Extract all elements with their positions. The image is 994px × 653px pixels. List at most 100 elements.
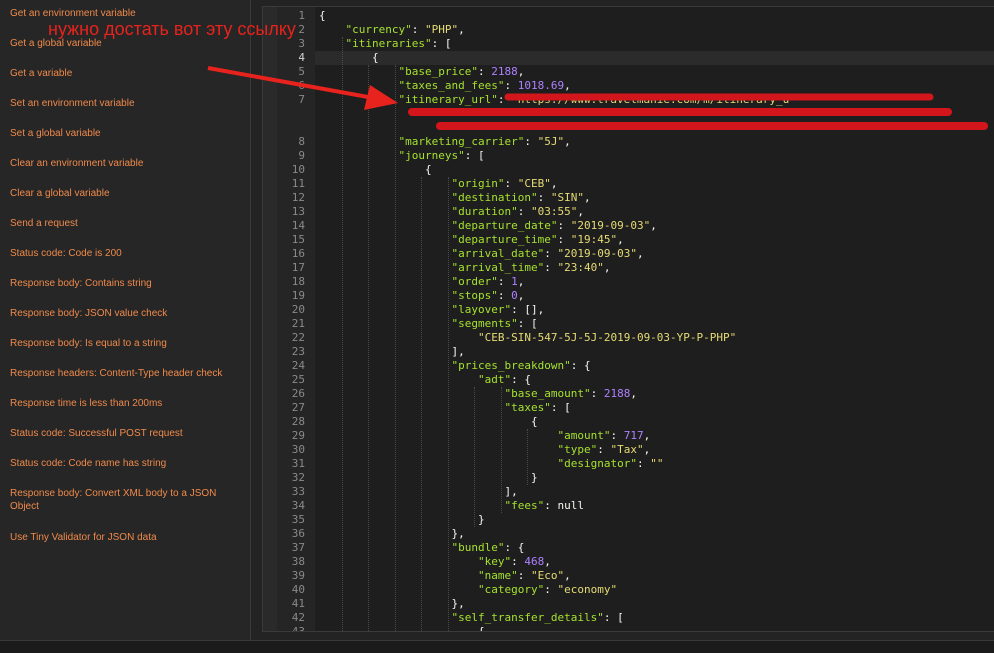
line-number: 23 <box>291 345 305 358</box>
code-token: ], <box>451 345 465 358</box>
code-token: , <box>583 191 591 204</box>
response-body-editor[interactable]: 1 2 3 4 5 6 7 8 9 10 11 12 13 14 15 16 17 18 19 20 21 22 23 24 2… <box>262 6 994 632</box>
code-line: "adt": { <box>478 373 531 387</box>
code-token: , <box>517 275 525 288</box>
code-token: } <box>531 471 538 484</box>
code-token: "CEB-SIN-547-5J-5J-2019-09-03-YP-P-PHP" <box>478 331 737 344</box>
code-token: : <box>557 233 571 246</box>
snippet-link[interactable]: Get a variable <box>10 67 242 80</box>
code-token: "journeys" <box>398 149 465 162</box>
code-token: { <box>372 51 379 64</box>
code-token: "CEB" <box>517 177 551 190</box>
code-token: "segments" <box>451 317 518 330</box>
code-token: , <box>544 555 551 568</box>
code-token: "" <box>650 457 664 470</box>
code-token: : <box>544 499 558 512</box>
code-token: 468 <box>524 555 545 568</box>
line-number: 31 <box>291 457 305 470</box>
line-number: 40 <box>291 583 305 596</box>
code-line: "segments": [ <box>452 317 538 331</box>
snippet-link[interactable]: Response body: Is equal to a string <box>10 337 242 350</box>
indent-guide <box>341 37 343 631</box>
code-line: "layover": [], <box>452 303 545 317</box>
code-token: : { <box>504 541 525 554</box>
code-token: 2188 <box>491 65 518 78</box>
code-token: "category" <box>478 583 545 596</box>
code-token: "currency" <box>345 23 412 36</box>
code-token: "order" <box>451 275 498 288</box>
code-line: "taxes_and_fees": 1018.69, <box>399 79 571 93</box>
code-token: "https://www.travelmanie.com/m/itinerary… <box>511 93 790 106</box>
line-number-gutter: 1 2 3 4 5 6 7 8 9 10 11 12 13 14 15 16 17 18 19 20 21 22 23 24 2… <box>263 7 315 631</box>
snippet-link[interactable]: Response body: Convert XML body to a JSO… <box>10 487 242 513</box>
code-token: "itineraries" <box>345 37 432 50</box>
code-token: : [ <box>550 401 571 414</box>
code-token: : <box>557 219 571 232</box>
code-token: "itinerary_url" <box>398 93 498 106</box>
code-token: : <box>597 443 611 456</box>
active-line-highlight <box>315 51 994 65</box>
code-line: { <box>425 163 432 177</box>
code-line: "arrival_time": "23:40", <box>452 261 611 275</box>
code-token: : <box>497 275 512 288</box>
code-line: "marketing_carrier": "5J", <box>399 135 571 149</box>
snippet-link[interactable]: Response body: Contains string <box>10 277 242 290</box>
code-token: "Tax" <box>610 443 644 456</box>
snippet-link[interactable]: Status code: Successful POST request <box>10 427 242 440</box>
code-token: "2019-09-03" <box>570 219 651 232</box>
code-token: "origin" <box>451 177 505 190</box>
snippet-link[interactable]: Send a request <box>10 217 242 230</box>
line-number: 38 <box>291 555 305 568</box>
code-line: "self_transfer_details": [ <box>452 611 624 625</box>
snippet-link[interactable]: Set an environment variable <box>10 97 242 110</box>
line-number: 19 <box>291 289 305 302</box>
code-token: , <box>517 289 525 302</box>
line-number: 37 <box>291 541 305 554</box>
snippet-link[interactable]: Use Tiny Validator for JSON data <box>10 531 242 544</box>
line-number: 18 <box>291 275 305 288</box>
code-token: "Eco" <box>531 569 565 582</box>
code-line: "designator": "" <box>558 457 664 471</box>
code-line: "type": "Tax", <box>558 443 651 457</box>
code-token: 0 <box>511 289 518 302</box>
code-token: : [ <box>603 611 624 624</box>
snippet-link[interactable]: Response time is less than 200ms <box>10 397 242 410</box>
code-token: : <box>497 289 512 302</box>
snippet-link[interactable]: Clear an environment variable <box>10 157 242 170</box>
code-token: "departure_date" <box>451 219 558 232</box>
line-number: 5 <box>298 65 305 78</box>
snippet-link[interactable]: Status code: Code name has string <box>10 457 242 470</box>
line-number: 13 <box>291 205 305 218</box>
code-token: : <box>636 457 651 470</box>
code-token: , <box>643 443 651 456</box>
code-line: "CEB-SIN-547-5J-5J-2019-09-03-YP-P-PHP" <box>478 331 736 345</box>
code-token: , <box>577 205 584 218</box>
indent-guide <box>447 177 449 631</box>
code-token: "marketing_carrier" <box>398 135 525 148</box>
code-line: "taxes": [ <box>505 401 571 415</box>
code-line: "itinerary_url": "https://www.travelmani… <box>399 93 790 107</box>
code-token: "self_transfer_details" <box>451 611 604 624</box>
code-token: : <box>544 247 558 260</box>
fold-column <box>263 7 277 631</box>
snippet-link[interactable]: Response body: JSON value check <box>10 307 242 320</box>
code-token: }, <box>451 597 465 610</box>
code-token: "arrival_date" <box>451 247 545 260</box>
snippet-link[interactable]: Clear a global variable <box>10 187 242 200</box>
code-token: 1 <box>511 275 518 288</box>
line-number: 10 <box>291 163 305 176</box>
snippet-link[interactable]: Status code: Code is 200 <box>10 247 242 260</box>
line-number: 12 <box>291 191 305 204</box>
line-number: 20 <box>291 303 305 316</box>
code-line: }, <box>452 597 465 611</box>
code-token: : <box>544 261 558 274</box>
snippet-link[interactable]: Set a global variable <box>10 127 242 140</box>
annotation-text: нужно достать вот эту ссылку <box>48 19 296 39</box>
code-token: "arrival_time" <box>451 261 545 274</box>
code-token: "destination" <box>451 191 538 204</box>
snippet-link[interactable]: Response headers: Content-Type header ch… <box>10 367 242 380</box>
code-line: "arrival_date": "2019-09-03", <box>452 247 644 261</box>
code-token: "03:55" <box>530 205 578 218</box>
code-token: , <box>564 135 571 148</box>
code-token: "layover" <box>451 303 512 316</box>
